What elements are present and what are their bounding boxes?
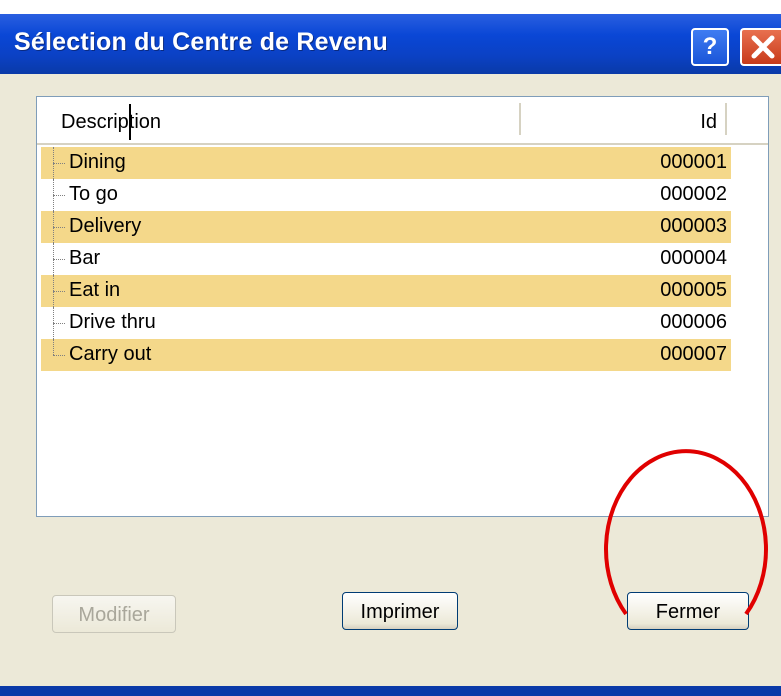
- row-description: Dining: [69, 151, 126, 173]
- column-separator-end[interactable]: [725, 103, 727, 135]
- top-strip: [0, 0, 781, 14]
- title-bar[interactable]: Sélection du Centre de Revenu ?: [0, 14, 781, 74]
- print-button[interactable]: Imprimer: [342, 592, 458, 630]
- row-id: 000005: [660, 279, 727, 301]
- tree-line: [53, 291, 65, 292]
- row-description: Eat in: [69, 279, 121, 301]
- tree-line: [53, 195, 65, 196]
- close-button[interactable]: Fermer: [627, 592, 749, 630]
- help-button[interactable]: ?: [691, 28, 729, 66]
- tree-line: [53, 355, 65, 356]
- table-row[interactable]: Carry out 000007: [41, 339, 731, 371]
- revenue-center-list[interactable]: Description Id Dining 000001 To go 00000…: [36, 96, 769, 517]
- tree-line: [53, 259, 65, 260]
- table-row[interactable]: Bar 000004: [41, 243, 731, 275]
- row-id: 000002: [660, 183, 727, 205]
- close-window-button[interactable]: [740, 28, 781, 66]
- table-row[interactable]: Eat in 000005: [41, 275, 731, 307]
- row-id: 000004: [660, 247, 727, 269]
- row-id: 000001: [660, 151, 727, 173]
- row-description: Bar: [69, 247, 101, 269]
- tree-line: [53, 339, 54, 355]
- row-description: Delivery: [69, 215, 142, 237]
- help-icon: ?: [702, 33, 718, 60]
- column-header-description[interactable]: Description: [61, 111, 161, 134]
- list-header: Description Id: [37, 97, 768, 145]
- list-rows: Dining 000001 To go 000002 Delivery 0000…: [41, 147, 731, 371]
- row-id: 000006: [660, 311, 727, 333]
- modify-button[interactable]: Modifier: [52, 595, 176, 633]
- row-id: 000007: [660, 343, 727, 365]
- text-cursor: [129, 104, 131, 140]
- annotation-circle: [604, 449, 768, 616]
- table-row[interactable]: Delivery 000003: [41, 211, 731, 243]
- window-bottom-border: [0, 686, 781, 696]
- tree-line: [53, 227, 65, 228]
- table-row[interactable]: Drive thru 000006: [41, 307, 731, 339]
- table-row[interactable]: To go 000002: [41, 179, 731, 211]
- tree-line: [53, 323, 65, 324]
- row-id: 000003: [660, 215, 727, 237]
- column-separator[interactable]: [519, 103, 521, 135]
- row-description: Carry out: [69, 343, 152, 365]
- tree-line: [53, 163, 65, 164]
- column-header-id[interactable]: Id: [631, 111, 717, 134]
- row-description: To go: [69, 183, 118, 205]
- window-title: Sélection du Centre de Revenu: [14, 28, 388, 56]
- table-row[interactable]: Dining 000001: [41, 147, 731, 179]
- row-description: Drive thru: [69, 311, 156, 333]
- close-icon: [751, 35, 775, 59]
